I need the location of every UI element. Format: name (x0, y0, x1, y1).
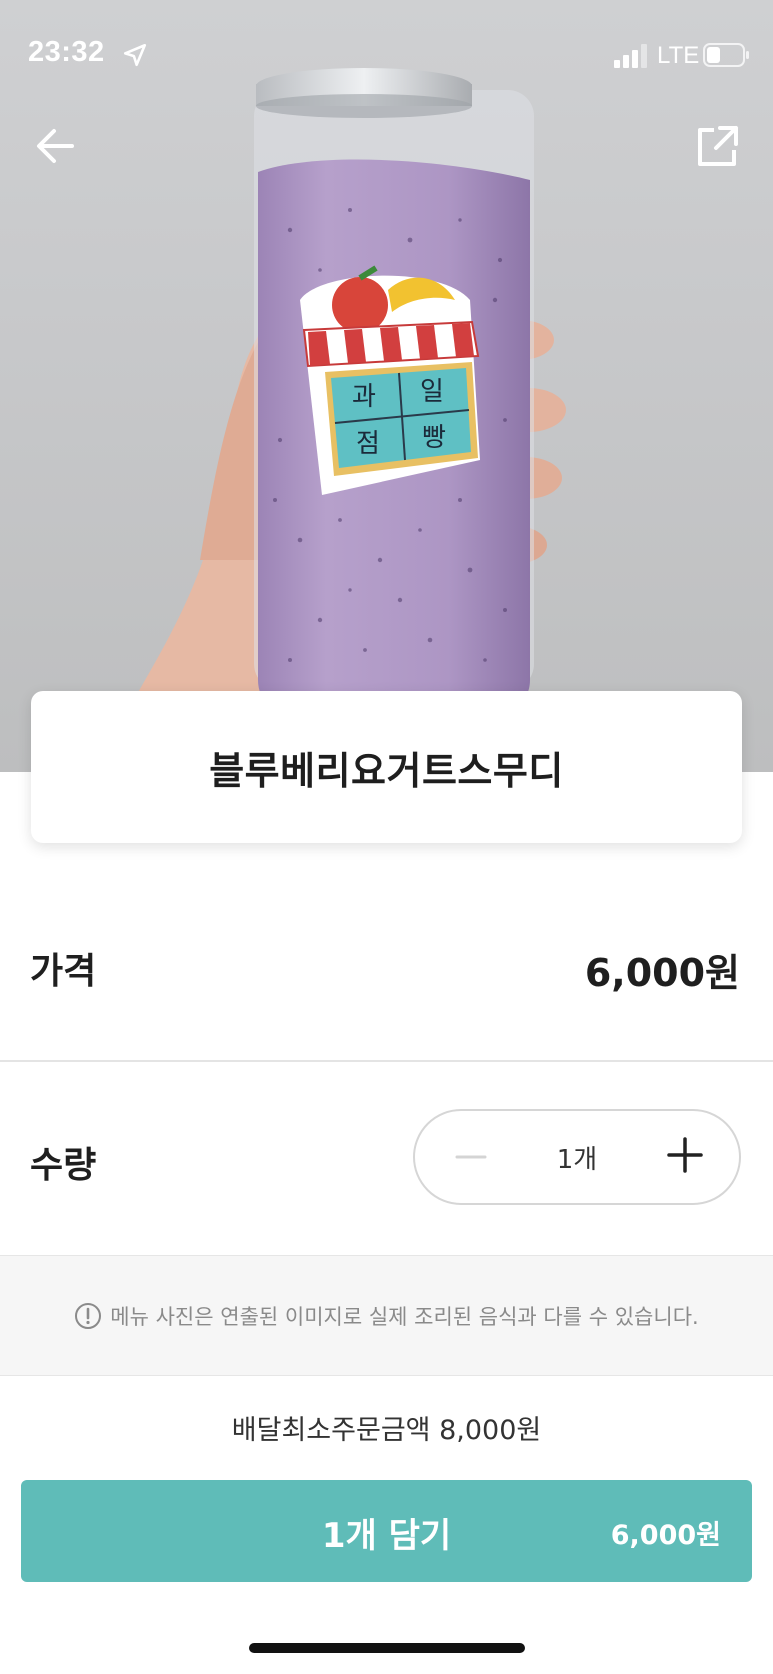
min-order-amount: 배달최소주문금액 8,000원 (231, 1415, 542, 1446)
share-icon[interactable] (692, 120, 744, 172)
add-to-cart-button[interactable]: 1개 담기 6,000원 (21, 1480, 752, 1582)
price-row: 가격 6,000원 (0, 880, 773, 1060)
product-title-card: 블루베리요거트스무디 (31, 691, 742, 843)
quantity-stepper: 1개 (413, 1109, 741, 1205)
sticker-glyph: 점 (356, 429, 380, 459)
status-bar: 23:32 LTE (0, 0, 773, 112)
sticker-glyph: 과 (352, 382, 376, 412)
add-to-cart-price: 6,000원 (610, 1520, 721, 1551)
back-arrow-icon[interactable] (30, 120, 82, 172)
info-circle-icon (75, 1302, 102, 1329)
product-photo: 과 일 점 빵 (0, 0, 773, 772)
battery-icon (703, 43, 749, 67)
brand-sticker: 과 일 점 빵 (300, 265, 480, 495)
status-time: 23:32 (28, 36, 105, 68)
sticker-glyph: 일 (420, 377, 444, 407)
price-label: 가격 (30, 951, 97, 992)
photo-notice: 메뉴 사진은 연출된 이미지로 실제 조리된 음식과 다를 수 있습니다. (0, 1255, 773, 1376)
product-photo-illustration: 과 일 점 빵 (95, 68, 566, 772)
sticker-glyph: 빵 (422, 423, 446, 453)
price-value: 6,000원 (584, 951, 740, 995)
signal-bars-icon (614, 44, 647, 68)
network-label: LTE (657, 42, 700, 69)
location-arrow-icon (123, 43, 147, 67)
notice-text: 메뉴 사진은 연출된 이미지로 실제 조리된 음식과 다를 수 있습니다. (110, 1304, 699, 1329)
quantity-row: 수량 1개 (0, 1062, 773, 1255)
plus-icon[interactable] (665, 1135, 705, 1175)
home-indicator[interactable] (249, 1643, 525, 1653)
quantity-label: 수량 (30, 1145, 97, 1186)
product-name: 블루베리요거트스무디 (209, 748, 564, 793)
